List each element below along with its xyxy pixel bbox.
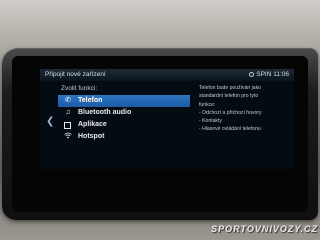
music-note-icon: ♫ xyxy=(65,109,71,116)
menu-item-label: Telefon xyxy=(78,97,103,104)
menu-item-bluetooth-audio[interactable]: ♫ Bluetooth audio xyxy=(58,107,190,119)
info-line: - Kontakty xyxy=(199,118,222,125)
infotainment-screen: Připojit nové zařízení SPIN 11:06 ❮ Zvol… xyxy=(40,69,294,169)
wifi-icon xyxy=(62,131,74,143)
info-line: standardní telefon pro tyto xyxy=(199,93,259,100)
info-panel: Telefon bude používán jako standardní te… xyxy=(199,84,291,134)
watermark: SPORTOVNIVOZY.CZ xyxy=(211,224,318,234)
function-menu: Zvolit funkci: ✆ Telefon ♫ Bluetooth aud… xyxy=(58,83,190,143)
status-text: SPIN 11:06 xyxy=(256,71,289,78)
menu-item-label: Aplikace xyxy=(78,121,107,128)
menu-item-aplikace[interactable]: Aplikace xyxy=(58,119,190,131)
menu-title: Zvolit funkci: xyxy=(61,85,98,92)
menu-item-label: Hotspot xyxy=(78,133,105,140)
back-arrow-icon[interactable]: ❮ xyxy=(46,117,54,127)
menu-item-label: Bluetooth audio xyxy=(78,109,132,116)
info-line: funkce: xyxy=(199,101,216,108)
menu-item-hotspot[interactable]: Hotspot xyxy=(58,131,190,143)
info-line: - Hlasové ovládání telefonu xyxy=(199,126,261,133)
menu-item-telefon[interactable]: ✆ Telefon xyxy=(58,95,190,107)
checkbox-icon xyxy=(64,122,71,129)
header-bar: Připojit nové zařízení SPIN 11:06 xyxy=(40,69,294,81)
spin-icon xyxy=(249,71,255,77)
page-title: Připojit nové zařízení xyxy=(45,71,106,78)
info-line: Telefon bude používán jako xyxy=(199,85,262,91)
info-line: - Odchozí a příchozí hovory xyxy=(199,109,262,116)
phone-icon: ✆ xyxy=(65,97,71,104)
status-area: SPIN 11:06 xyxy=(249,69,289,81)
